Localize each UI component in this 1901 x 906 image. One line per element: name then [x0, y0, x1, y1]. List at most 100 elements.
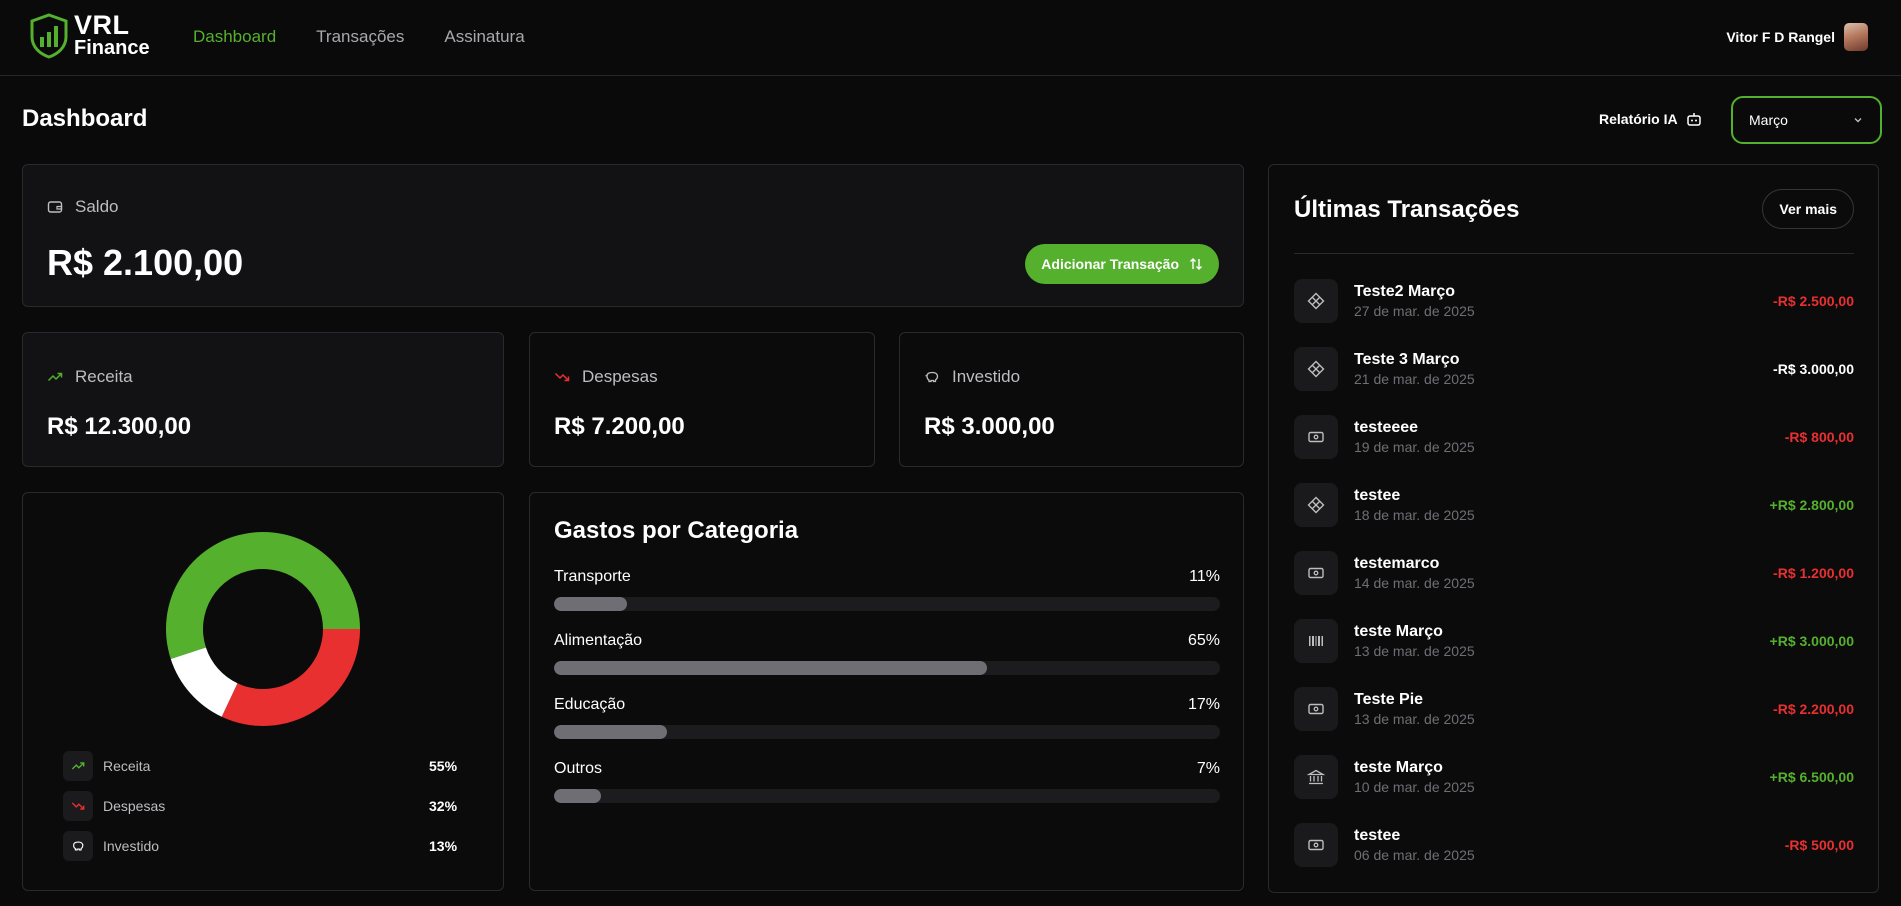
pix-icon — [1294, 347, 1338, 391]
category-progress-track — [554, 661, 1220, 675]
transaction-date: 21 de mar. de 2025 — [1354, 371, 1475, 387]
transaction-amount: +R$ 3.000,00 — [1769, 633, 1854, 649]
expenses-label: Despesas — [582, 367, 658, 386]
transactions-title: Últimas Transações — [1294, 196, 1520, 223]
transaction-amount: -R$ 500,00 — [1784, 837, 1854, 853]
add-transaction-button[interactable]: Adicionar Transação — [1025, 244, 1219, 284]
transaction-row[interactable]: teste Março 13 de mar. de 2025 +R$ 3.000,0… — [1294, 619, 1854, 663]
balance-value: R$ 2.100,00 — [47, 242, 244, 283]
see-more-button[interactable]: Ver mais — [1762, 189, 1854, 229]
category-progress-fill — [554, 725, 668, 739]
transaction-date: 10 de mar. de 2025 — [1354, 779, 1475, 795]
transaction-name: Teste 3 Março — [1354, 351, 1460, 368]
legend-income-label: Receita — [103, 758, 151, 774]
top-navbar: VRL Finance Dashboard Transações Assinat… — [0, 0, 1901, 76]
category-name: Outros — [554, 760, 603, 777]
income-card: Receita R$ 12.300,00 — [22, 332, 504, 467]
transaction-amount: -R$ 800,00 — [1784, 429, 1854, 445]
legend-income: Receita 55% — [63, 751, 463, 781]
category-row: Alimentação 65% — [554, 632, 1220, 675]
transactions-card: Últimas Transações Ver mais Teste2 Março… — [1268, 164, 1879, 893]
transaction-date: 06 de mar. de 2025 — [1354, 847, 1475, 863]
transaction-name: testee — [1354, 827, 1401, 844]
category-progress-track — [554, 725, 1220, 739]
transaction-amount: +R$ 6.500,00 — [1769, 769, 1854, 785]
transaction-name: Teste Pie — [1354, 691, 1424, 708]
expenses-value: R$ 7.200,00 — [554, 413, 685, 440]
legend-expenses: Despesas 32% — [63, 791, 463, 821]
cash-icon — [1294, 823, 1338, 867]
transaction-amount: -R$ 3.000,00 — [1773, 361, 1854, 377]
category-pct: 65% — [1187, 632, 1220, 649]
category-row: Outros 7% — [554, 760, 1220, 803]
user-menu[interactable]: Vitor F D Rangel — [1726, 23, 1868, 51]
trending-up-icon — [63, 751, 93, 781]
transaction-date: 19 de mar. de 2025 — [1354, 439, 1475, 455]
invested-card: Investido R$ 3.000,00 — [899, 332, 1244, 467]
nav-subscription[interactable]: Assinatura — [444, 27, 524, 47]
category-name: Transporte — [554, 568, 631, 585]
invested-label: Investido — [952, 367, 1021, 386]
transaction-amount: -R$ 2.500,00 — [1773, 293, 1854, 309]
chevron-down-icon — [1854, 118, 1862, 123]
transaction-row[interactable]: testemarco 14 de mar. de 2025 -R$ 1.200,00 — [1294, 551, 1854, 595]
logo-line1: VRL — [74, 10, 130, 40]
trending-up-icon — [47, 372, 63, 382]
transaction-name: Teste2 Março — [1354, 283, 1456, 300]
category-row: Educação 17% — [554, 696, 1220, 739]
category-pct: 7% — [1196, 760, 1220, 777]
transaction-row[interactable]: testee 06 de mar. de 2025 -R$ 500,00 — [1294, 823, 1854, 867]
transaction-row[interactable]: testeeee 19 de mar. de 2025 -R$ 800,00 — [1294, 415, 1854, 459]
page-title: Dashboard — [22, 105, 148, 132]
logo-line2: Finance — [74, 37, 150, 59]
shield-chart-icon — [30, 13, 68, 59]
category-progress-track — [554, 597, 1220, 611]
category-row: Transporte 11% — [554, 568, 1220, 611]
piggy-bank-icon — [63, 831, 93, 861]
pix-icon — [1294, 279, 1338, 323]
legend-expenses-label: Despesas — [103, 798, 166, 814]
expenses-card: Despesas R$ 7.200,00 — [529, 332, 875, 467]
ai-report-button[interactable]: Relatório IA — [1599, 111, 1702, 127]
avatar[interactable] — [1844, 23, 1868, 51]
transaction-row[interactable]: Teste Pie 13 de mar. de 2025 -R$ 2.200,00 — [1294, 687, 1854, 731]
invested-value: R$ 3.000,00 — [924, 413, 1055, 440]
transaction-name: teste Março — [1354, 623, 1443, 640]
category-progress-fill — [554, 597, 628, 611]
legend-invested: Investido 13% — [63, 831, 463, 861]
balance-label: Saldo — [75, 197, 119, 216]
donut-card: Receita 55% Despesas 32% Investido 13% — [22, 492, 504, 891]
category-progress-track — [554, 789, 1220, 803]
transaction-row[interactable]: teste Março 10 de mar. de 2025 +R$ 6.500,0… — [1294, 755, 1854, 799]
donut-chart — [165, 531, 360, 726]
transaction-amount: -R$ 1.200,00 — [1773, 565, 1854, 581]
transaction-row[interactable]: Teste2 Março 27 de mar. de 2025 -R$ 2.500,… — [1294, 279, 1854, 323]
piggy-bank-icon — [925, 371, 939, 383]
income-label: Receita — [75, 367, 133, 386]
transaction-row[interactable]: Teste 3 Março 21 de mar. de 2025 -R$ 3.000… — [1294, 347, 1854, 391]
transaction-date: 18 de mar. de 2025 — [1354, 507, 1475, 523]
transaction-name: testemarco — [1354, 555, 1440, 572]
donut-slice-despesas — [221, 629, 360, 726]
income-value: R$ 12.300,00 — [47, 413, 192, 440]
divider — [1294, 253, 1854, 254]
legend-invested-label: Investido — [103, 838, 160, 854]
month-select[interactable]: Março — [1731, 96, 1882, 144]
barcode-icon — [1294, 619, 1338, 663]
transaction-amount: +R$ 2.800,00 — [1769, 497, 1854, 513]
transaction-row[interactable]: testee 18 de mar. de 2025 +R$ 2.800,00 — [1294, 483, 1854, 527]
category-pct: 17% — [1187, 696, 1220, 713]
category-pct: 11% — [1189, 568, 1220, 585]
logo[interactable]: VRL Finance — [29, 10, 150, 59]
category-progress-fill — [554, 661, 987, 675]
nav-dashboard[interactable]: Dashboard — [193, 27, 276, 47]
arrows-up-down-icon — [1190, 258, 1202, 270]
robot-icon — [1686, 113, 1701, 126]
trending-down-icon — [554, 372, 570, 382]
legend-invested-pct: 13% — [429, 838, 458, 854]
category-progress-fill — [554, 789, 601, 803]
transaction-date: 13 de mar. de 2025 — [1354, 711, 1475, 727]
add-transaction-label: Adicionar Transação — [1041, 256, 1179, 272]
category-card: Gastos por Categoria Transporte 11% Alimen… — [529, 492, 1244, 891]
nav-transactions[interactable]: Transações — [316, 27, 404, 47]
